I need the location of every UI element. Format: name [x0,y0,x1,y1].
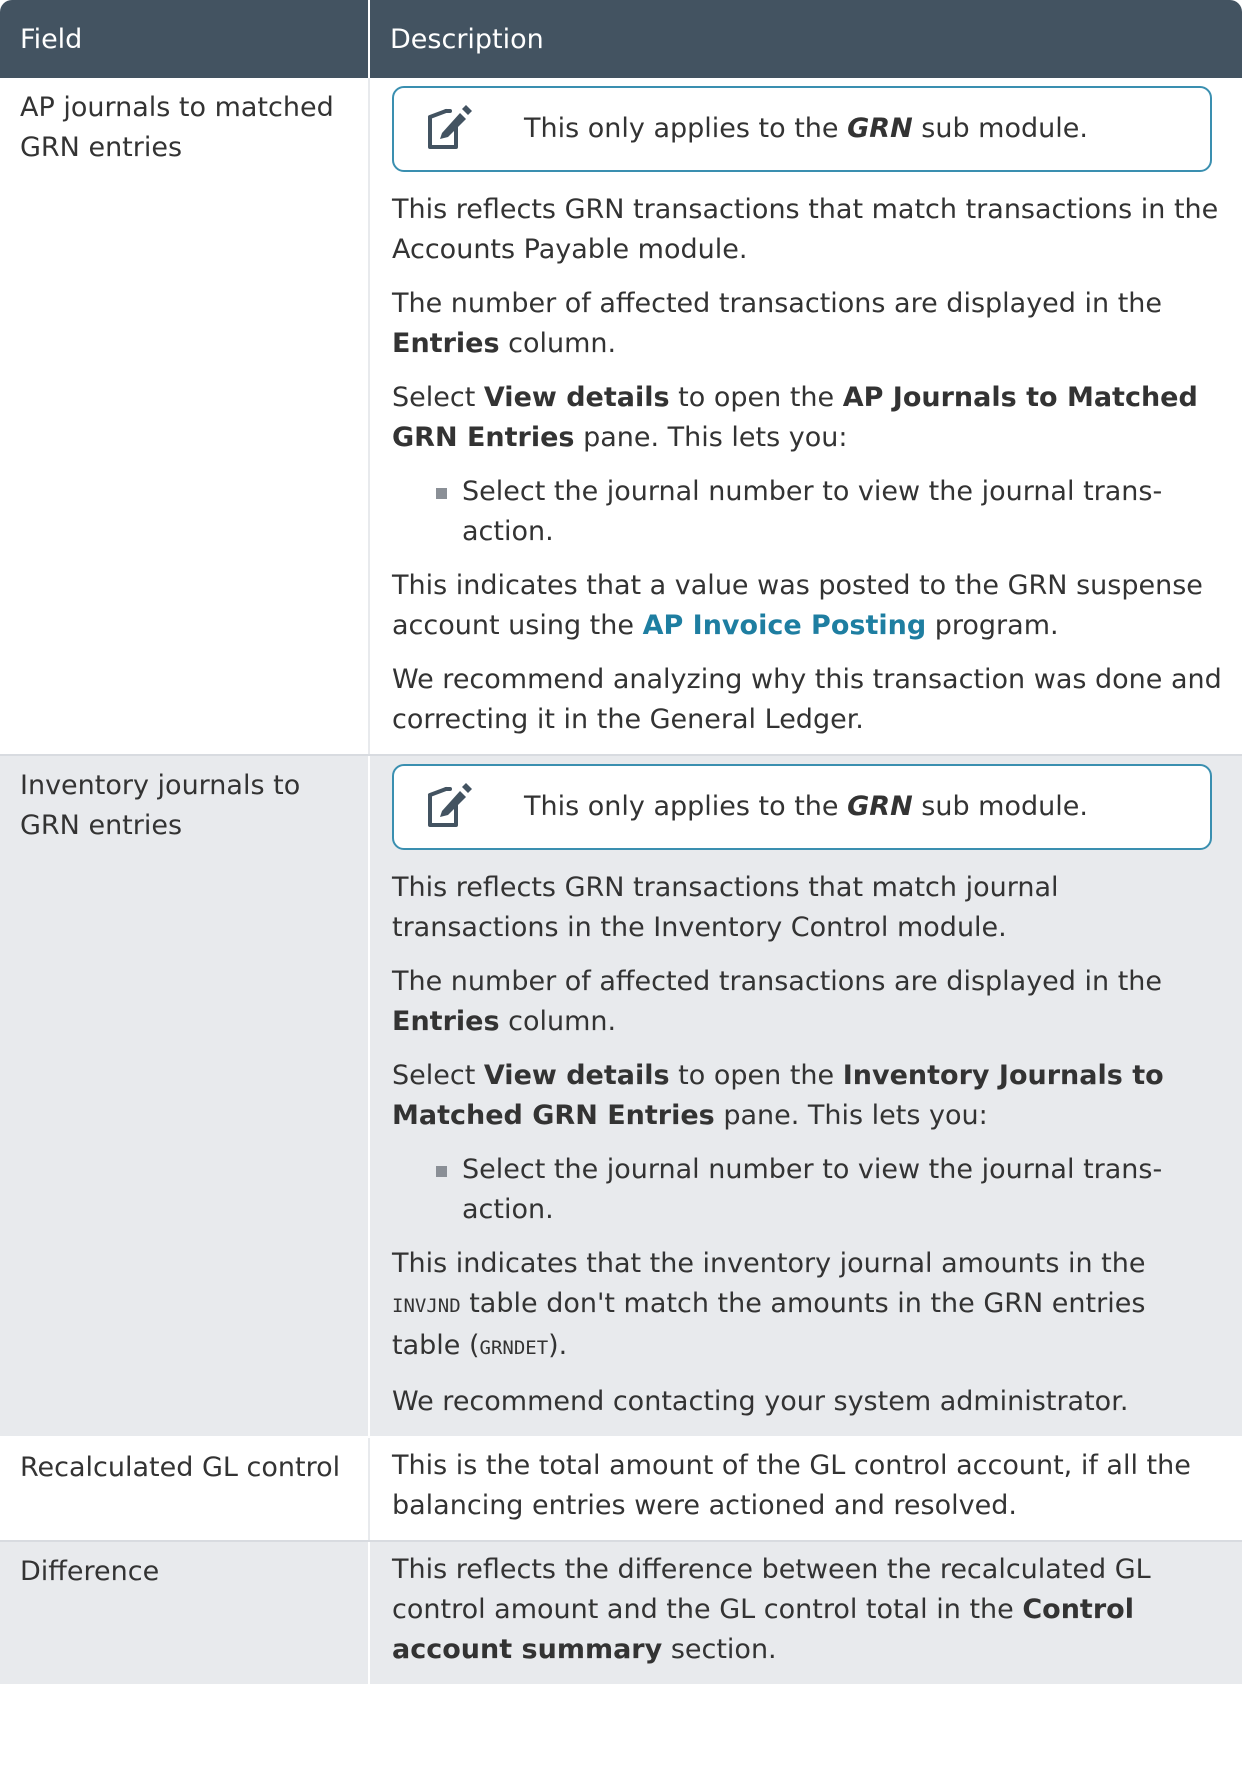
paragraph: Select View details to open the AP Journ… [392,382,1198,453]
note-box: This only applies to the GRN sub module. [392,764,1212,850]
header-field: Field [0,0,369,78]
table-row: Recalculated GL control This is the tota… [0,1437,1242,1542]
table-code-invjnd: INVJND [392,1295,461,1317]
note-box: This only applies to the GRN sub module. [392,86,1212,172]
bullet-item: Select the journal number to view the jo… [436,1150,1222,1230]
field-description-table: Field Description AP journals to matched… [0,0,1242,1686]
paragraph: Select View details to open the Inventor… [392,1060,1164,1131]
paragraph: The number of affected transactions are … [392,288,1163,359]
field-name: Difference [0,1541,369,1686]
note-text: This only applies to the GRN sub module. [524,791,1088,822]
table-row: Inventory journals to GRN entries This o… [0,755,1242,1438]
table-code-grndet: GRNDET [479,1337,549,1359]
paragraph: The number of affected transactions are … [392,966,1163,1037]
table-header-row: Field Description [0,0,1242,78]
paragraph: This indicates that the inventory journa… [392,1248,1146,1361]
paragraph: We recommend contacting your system admi… [392,1386,1129,1417]
paragraph: This is the total amount of the GL contr… [392,1450,1191,1521]
paragraph: This reflects GRN transactions that matc… [392,872,1059,943]
note-text: This only applies to the GRN sub module. [524,113,1088,144]
bullet-list: Select the journal number to view the jo… [392,472,1222,552]
paragraph: We recommend analyzing why this transact… [392,664,1222,735]
description-cell: This only applies to the GRN sub module.… [368,78,1242,756]
field-name: AP journals to matched GRN entries [0,78,369,756]
paragraph: This indicates that a value was posted t… [392,570,1203,641]
description-cell: This reflects the difference between the… [368,1541,1242,1686]
paragraph: This reflects GRN transactions that matc… [392,194,1219,265]
field-name: Recalculated GL control [0,1437,369,1542]
bullet-list: Select the journal number to view the jo… [392,1150,1222,1230]
table-row: AP journals to matched GRN entries This … [0,78,1242,756]
table-row: Difference This reflects the difference … [0,1541,1242,1686]
description-cell: This only applies to the GRN sub module.… [368,755,1242,1438]
paragraph: This reflects the difference between the… [392,1554,1151,1665]
bullet-item: Select the journal number to view the jo… [436,472,1222,552]
header-description: Description [368,0,1242,78]
note-edit-icon [428,105,472,149]
note-edit-icon [428,783,472,827]
field-name: Inventory journals to GRN entries [0,755,369,1438]
ap-invoice-posting-link[interactable]: AP Invoice Posting [643,610,927,641]
description-cell: This is the total amount of the GL contr… [368,1437,1242,1542]
